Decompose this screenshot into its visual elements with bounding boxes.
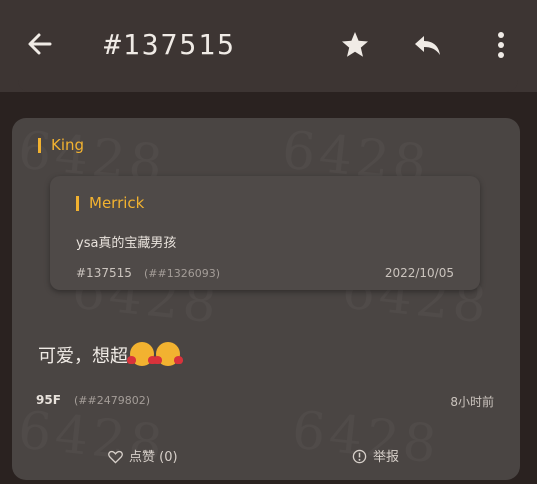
post-body: 可爱，想超	[38, 342, 183, 368]
quoted-post-ref: (##1326093)	[144, 267, 221, 280]
previous-card-edge	[18, 80, 518, 92]
reply-icon[interactable]	[410, 28, 444, 62]
back-arrow-icon[interactable]	[24, 28, 56, 60]
post-text: 可爱，想超	[38, 346, 128, 367]
like-label: 点赞 (0)	[129, 450, 178, 465]
post-time: 8小时前	[450, 395, 494, 409]
quoted-text: ysa真的宝藏男孩	[76, 236, 177, 251]
quoted-post-id: #137515	[76, 266, 132, 280]
quoted-author-name: Merrick	[76, 196, 144, 211]
reply-card: 6428 6428 6428 6428 6428 6428 King Merri…	[12, 118, 520, 480]
report-label: 举报	[373, 450, 400, 465]
floor-number: 95F	[36, 393, 61, 407]
quoted-post[interactable]: Merrick ysa真的宝藏男孩 #137515 (##1326093) 20…	[50, 176, 480, 290]
app-bar: #137515	[0, 0, 537, 92]
report-button[interactable]: 举报	[352, 446, 399, 465]
floor-ref: (##2479802)	[74, 394, 151, 407]
like-button[interactable]: 点赞 (0)	[108, 446, 178, 465]
alert-circle-icon	[352, 449, 367, 464]
quoted-post-date: 2022/10/05	[384, 266, 454, 280]
more-vertical-icon[interactable]	[484, 28, 518, 62]
star-icon[interactable]	[338, 28, 372, 62]
author-name[interactable]: King	[38, 138, 84, 153]
heart-outline-icon	[108, 450, 123, 464]
smiling-face-with-hearts-icon	[153, 342, 183, 366]
thread-title: #137515	[104, 28, 237, 61]
smiling-face-with-hearts-icon	[127, 342, 157, 366]
